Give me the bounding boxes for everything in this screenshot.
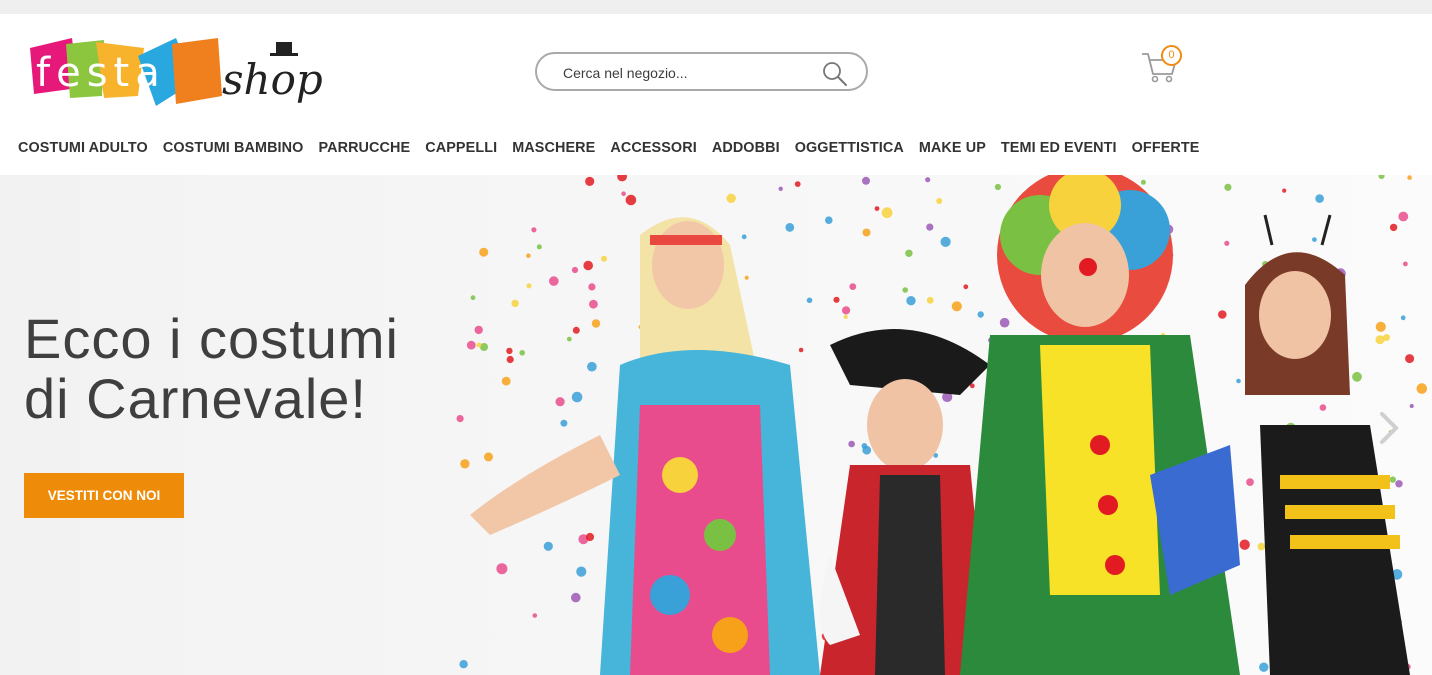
nav-item-parrucche[interactable]: PARRUCCHE xyxy=(318,140,410,160)
nav-item-costumi-adulto[interactable]: COSTUMI ADULTO xyxy=(18,140,148,160)
hero-banner: Ecco i costumi di Carnevale! VESTITI CON… xyxy=(0,175,1432,675)
nav-item-accessori[interactable]: ACCESSORI xyxy=(610,140,696,160)
nav-item-addobbi[interactable]: ADDOBBI xyxy=(712,140,780,160)
vestiti-con-noi-button[interactable]: VESTITI CON NOI xyxy=(24,473,184,518)
person-clown xyxy=(960,175,1240,675)
nav-item-cappelli[interactable]: CAPPELLI xyxy=(425,140,497,160)
nav-item-oggettistica[interactable]: OGGETTISTICA xyxy=(795,140,904,160)
hero-title-line1: Ecco i costumi xyxy=(24,307,399,370)
top-bar xyxy=(0,0,1432,14)
hero-title: Ecco i costumi di Carnevale! xyxy=(24,309,484,429)
search-icon[interactable] xyxy=(822,61,848,87)
person-hippie xyxy=(470,217,820,675)
nav-item-temi-ed-eventi[interactable]: TEMI ED EVENTI xyxy=(1001,140,1117,160)
nav-item-offerte[interactable]: OFFERTE xyxy=(1132,140,1200,160)
main-nav: COSTUMI ADULTO COSTUMI BAMBINO PARRUCCHE… xyxy=(18,140,1215,160)
cart-button[interactable]: 0 xyxy=(1140,44,1184,84)
svg-text:festa: festa xyxy=(36,50,166,96)
nav-item-costumi-bambino[interactable]: COSTUMI BAMBINO xyxy=(163,140,304,160)
festa-shop-logo[interactable]: festa shop xyxy=(26,36,326,112)
person-pirate xyxy=(820,329,990,675)
chevron-right-icon[interactable] xyxy=(1376,411,1402,445)
search-box xyxy=(535,52,868,91)
hero-title-line2: di Carnevale! xyxy=(24,367,367,430)
logo-graphic: festa shop xyxy=(30,38,323,106)
nav-item-make-up[interactable]: MAKE UP xyxy=(919,140,986,160)
search-input[interactable] xyxy=(561,62,815,84)
nav-item-maschere[interactable]: MASCHERE xyxy=(512,140,595,160)
svg-text:shop: shop xyxy=(222,55,323,104)
cart-count-badge: 0 xyxy=(1161,45,1182,66)
